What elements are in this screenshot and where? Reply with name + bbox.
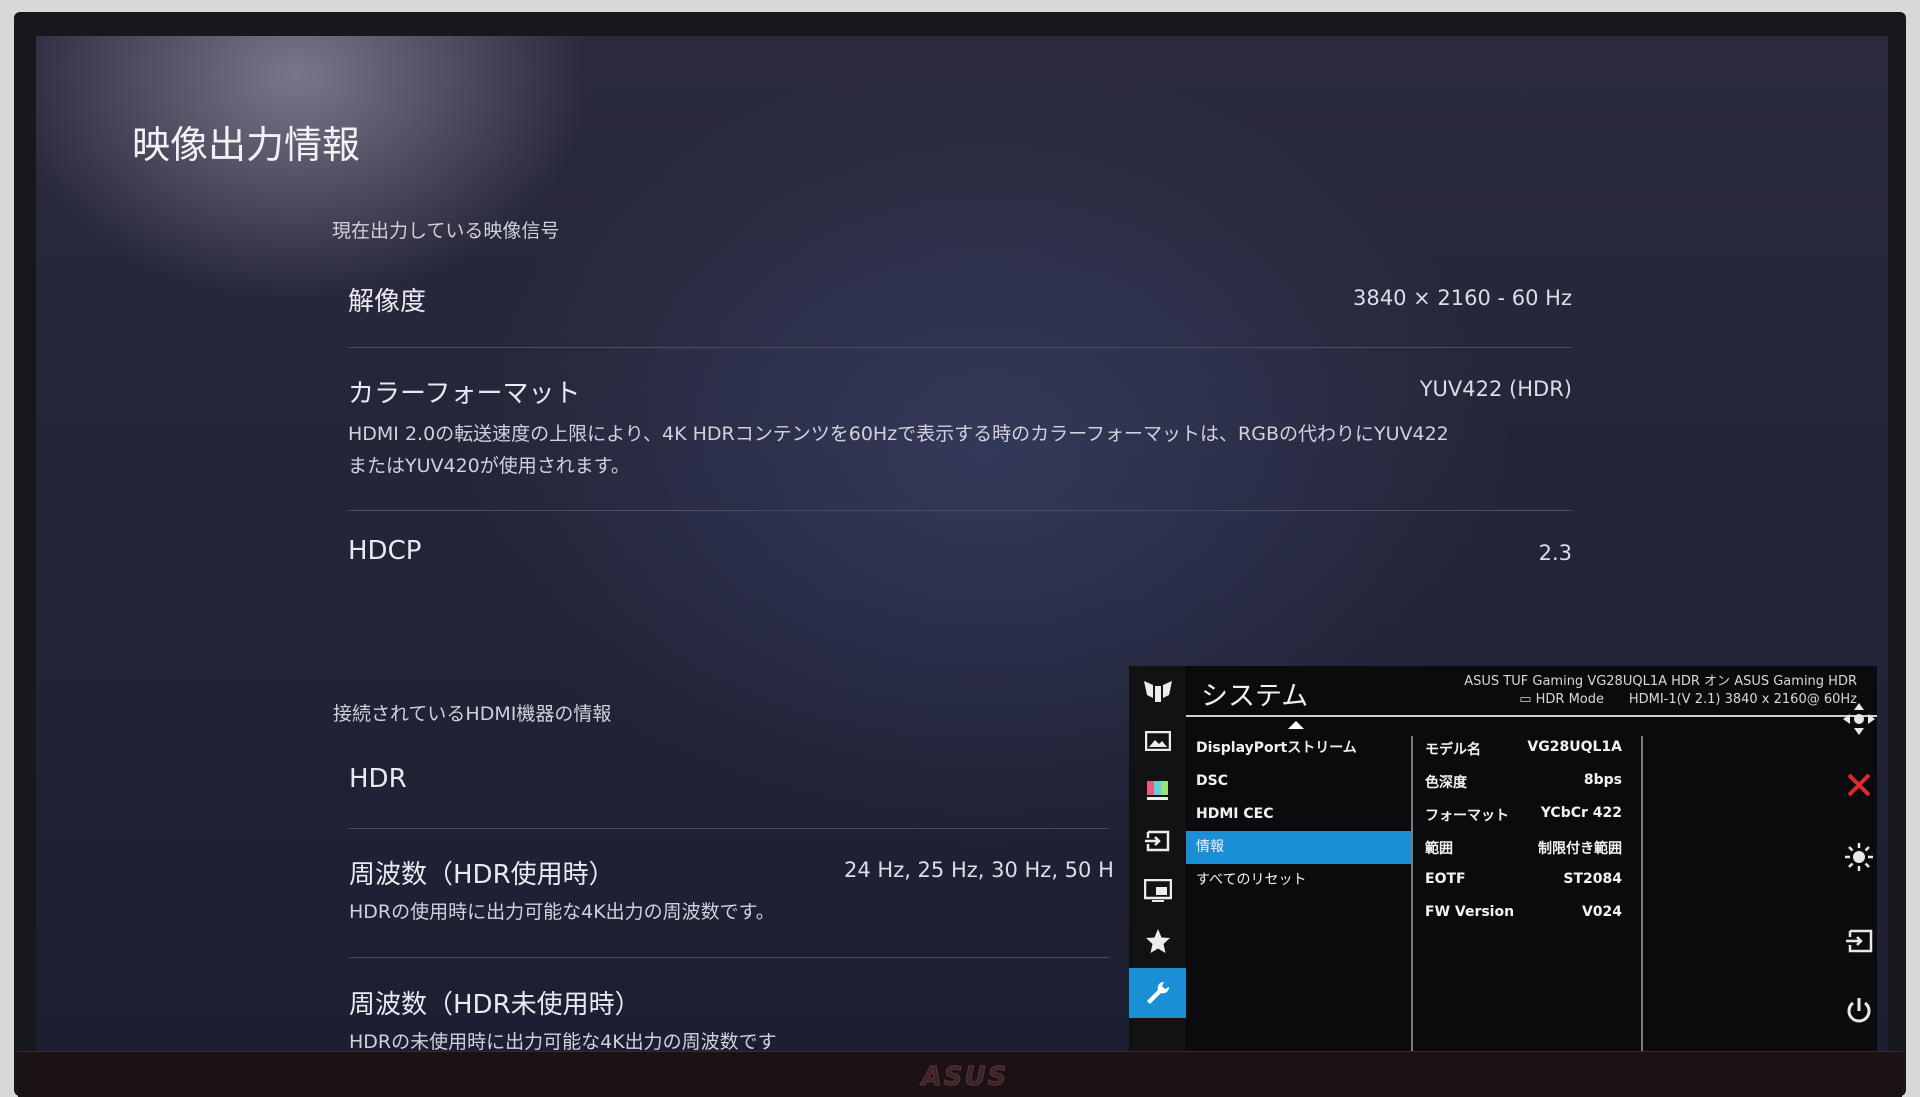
close-icon[interactable] (1836, 762, 1882, 808)
freq-hdr-label: 周波数（HDR使用時） (349, 860, 615, 890)
info-value-color-depth: 8bps (1583, 772, 1622, 788)
divider (348, 510, 1572, 511)
brightness-icon[interactable] (1836, 834, 1882, 880)
freq-hdr-description: HDRの使用時に出力可能な4K出力の周波数です。 (349, 901, 775, 923)
osd-status-line2: ▭ HDR Mode HDMI-1(V 2.1) 3840 x 2160@ 60… (1464, 691, 1857, 709)
osd-status-info: ASUS TUF Gaming VG28UQL1A HDR オン ASUS Ga… (1464, 673, 1857, 709)
info-value-range: 制限付き範囲 (1538, 841, 1622, 857)
input-icon[interactable] (1139, 822, 1176, 859)
info-key-range: 範囲 (1425, 841, 1453, 857)
menu-item-hdmi-cec[interactable]: HDMI CEC (1186, 798, 1411, 831)
info-value-format: YCbCr 422 (1540, 805, 1622, 821)
divider (349, 957, 1109, 958)
info-value-eotf: ST2084 (1563, 871, 1622, 887)
resolution-label: 解像度 (348, 287, 427, 317)
color-format-description-line2: またはYUV420が使用されます。 (348, 455, 630, 477)
joystick-icon[interactable] (1836, 696, 1882, 742)
pip-icon[interactable] (1139, 872, 1176, 909)
info-key-eotf: EOTF (1425, 871, 1466, 887)
hdmi-device-section-label: 接続されているHDMI機器の情報 (333, 703, 612, 725)
input-icon[interactable] (1836, 918, 1882, 964)
menu-item-displayport-stream[interactable]: DisplayPortストリーム (1186, 732, 1411, 765)
osd-title: システム (1201, 681, 1309, 712)
hdcp-value: 2.3 (1538, 541, 1572, 565)
osd-category-rail (1129, 666, 1186, 1052)
osd-column-divider (1641, 736, 1643, 1052)
osd-column-divider (1411, 736, 1413, 1052)
osd-signal-info: HDMI-1(V 2.1) 3840 x 2160@ 60Hz (1628, 692, 1857, 707)
osd-status-line1: ASUS TUF Gaming VG28UQL1A HDR オン ASUS Ga… (1464, 674, 1857, 689)
osd-hdr-mode-label: HDR Mode (1535, 692, 1605, 707)
current-signal-section-label: 現在出力している映像信号 (332, 220, 560, 242)
freq-nohdr-description: HDRの未使用時に出力可能な4K出力の周波数です (349, 1031, 777, 1052)
menu-item-dsc[interactable]: DSC (1186, 765, 1411, 798)
info-key-model: モデル名 (1425, 742, 1481, 758)
monitor-screen: 映像出力情報 現在出力している映像信号 解像度 3840 × 2160 - 60… (36, 36, 1888, 1052)
hdr-mode-icon: ▭ (1519, 692, 1532, 707)
info-key-format: フォーマット (1425, 808, 1509, 824)
menu-item-reset-all[interactable]: すべてのリセット (1186, 864, 1411, 897)
favorite-star-icon[interactable] (1139, 922, 1176, 959)
system-wrench-icon[interactable] (1129, 968, 1186, 1018)
color-format-description-line1: HDMI 2.0の転送速度の上限により、4K HDRコンテンツを60Hzで表示す… (348, 423, 1449, 445)
menu-item-info[interactable]: 情報 (1186, 831, 1411, 864)
info-value-fw-version: V024 (1581, 904, 1622, 920)
color-format-label: カラーフォーマット (348, 379, 581, 409)
page-title: 映像出力情報 (132, 123, 361, 167)
power-icon[interactable] (1836, 988, 1882, 1034)
freq-nohdr-label: 周波数（HDR未使用時） (349, 990, 641, 1020)
brand-logo: ASUS (921, 1062, 1009, 1093)
hdr-label: HDR (349, 764, 407, 794)
info-key-color-depth: 色深度 (1425, 775, 1467, 791)
image-icon[interactable] (1139, 722, 1176, 759)
freq-hdr-value: 24 Hz, 25 Hz, 30 Hz, 50 H (844, 858, 1114, 882)
tuf-logo-icon[interactable] (1139, 672, 1176, 709)
divider (349, 828, 1109, 829)
divider (348, 347, 1572, 348)
color-icon[interactable] (1139, 772, 1176, 809)
scroll-up-arrow-icon (1288, 721, 1304, 729)
osd-divider (1186, 715, 1877, 717)
color-format-value: YUV422 (HDR) (1419, 377, 1572, 401)
info-key-fw-version: FW Version (1425, 904, 1515, 920)
info-value-model: VG28UQL1A (1527, 739, 1622, 755)
monitor-osd-menu: システム ASUS TUF Gaming VG28UQL1A HDR オン AS… (1129, 666, 1877, 1052)
hdcp-label: HDCP (348, 536, 422, 566)
resolution-value: 3840 × 2160 - 60 Hz (1353, 286, 1572, 310)
